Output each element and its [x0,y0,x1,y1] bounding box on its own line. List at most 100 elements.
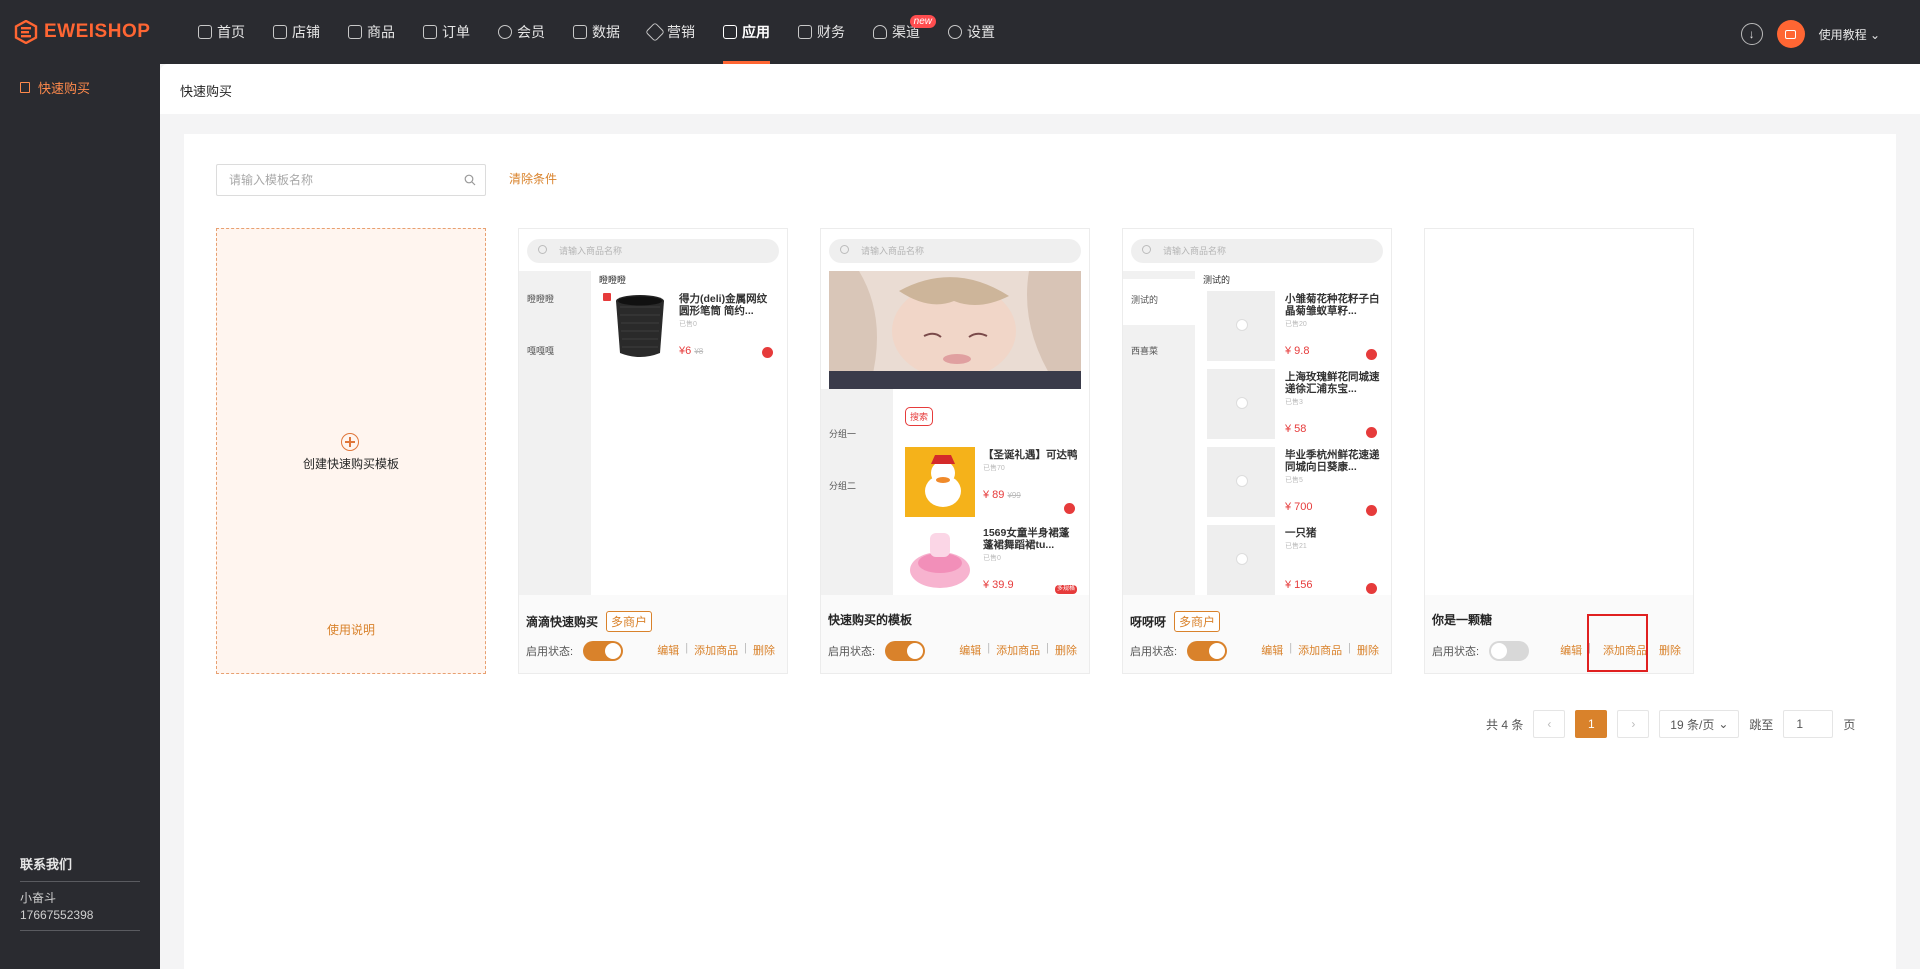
status-row: 启用状态: [526,641,624,661]
next-page-button[interactable]: › [1617,710,1650,738]
template-preview: 请输入商品名称 测试的 西喜菜 测试的 小雏菊花种花籽子白晶菊雏蚁草籽... 已… [1123,229,1391,595]
chevron-right-icon: › [1631,717,1636,731]
template-preview: 请输入商品名称 分组一 分组二 搜索 【圣诞礼遇】可达鸭 已售70 ¥ 89 ¥… [821,229,1089,595]
divider: | [1348,642,1351,654]
status-label: 启用状态: [828,646,876,658]
create-template-card[interactable]: 创建快速购买模板 使用说明 [216,228,486,674]
group-label: 测试的 [1131,295,1159,305]
multi-merchant-tag: 多商户 [1174,611,1221,632]
product-price: ¥ 89 [983,489,1005,501]
nav-app[interactable]: 应用 [715,0,778,64]
template-card: 请输入商品名称 分组一 分组二 搜索 【圣诞礼遇】可达鸭 已售70 ¥ 89 ¥… [820,228,1090,674]
add-goods-link[interactable]: 添加商品 [1298,642,1342,658]
search-icon [840,245,849,254]
search-icon[interactable] [464,174,476,186]
brand-logo[interactable]: EWEISHOP [14,20,150,44]
product-price: ¥6 [679,345,692,357]
page-unit: 页 [1843,717,1856,732]
chevron-left-icon: ‹ [1547,717,1552,731]
add-goods-link[interactable]: 添加商品 [996,642,1040,658]
page-number-button[interactable]: 1 [1575,710,1608,738]
product-item: 上海玫瑰鲜花同城速递徐汇浦东宝... 已售3 ¥ 58 [1285,371,1380,435]
status-row: 启用状态: [1432,641,1530,661]
template-name: 呀呀呀 [1130,615,1167,629]
product-sold: 已售20 [1285,321,1307,328]
contact-title: 联系我们 [20,854,140,882]
prev-page-button[interactable]: ‹ [1533,710,1566,738]
template-name: 快速购买的模板 [828,613,913,627]
group-label: 分组一 [829,429,857,439]
clear-filter-link[interactable]: 清除条件 [509,170,557,187]
status-toggle[interactable] [1489,641,1530,661]
product-item: 小雏菊花种花籽子白晶菊雏蚁草籽... 已售20 ¥ 9.8 [1285,293,1380,357]
hot-mark [603,293,611,301]
edit-link[interactable]: 编辑 [959,642,981,658]
tag-icon [645,22,665,42]
nav-store[interactable]: 店铺 [265,0,328,64]
download-icon[interactable]: ↓ [1740,23,1763,45]
usage-help-link[interactable]: 使用说明 [217,621,485,638]
jump-input[interactable]: 1 [1783,710,1834,738]
product-sold: 已售70 [983,465,1005,472]
nav-goods[interactable]: 商品 [340,0,403,64]
edit-link[interactable]: 编辑 [657,642,679,658]
pen-holder-image [616,295,664,357]
search-input[interactable] [217,165,447,195]
delete-link[interactable]: 删除 [1055,642,1077,658]
sidebar: 快速购买 联系我们 小奋斗 17667552398 [0,64,160,969]
contact-section: 联系我们 小奋斗 17667552398 [20,854,140,931]
delete-link[interactable]: 删除 [1659,642,1681,658]
nav-home[interactable]: 首页 [190,0,253,64]
product-item: 1569女童半身裙蓬蓬裙舞蹈裙tu... 已售0 ¥ 39.9 [983,527,1078,591]
product-title: 得力(deli)金属网纹圆形笔筒 简约... [679,293,768,317]
nav-finance[interactable]: 财务 [790,0,853,64]
status-toggle[interactable] [583,641,624,661]
delete-link[interactable]: 删除 [1357,642,1379,658]
template-name-row: 呀呀呀 多商户 [1130,611,1221,632]
product-price: ¥ 700 [1285,501,1313,513]
total-count: 共 4 条 [1486,717,1524,732]
template-footer: 滴滴快速购买 多商户 启用状态: 编辑 | 添加商品 | 删除 [519,595,787,673]
status-toggle[interactable] [885,641,926,661]
search-button: 搜索 [905,407,934,426]
duck-toy-image [905,447,975,517]
gear-icon [948,25,962,39]
nav-member[interactable]: 会员 [490,0,553,64]
product-title: 一只猪 [1285,527,1317,539]
product-item: 得力(deli)金属网纹圆形笔筒 简约... 已售0 ¥6 ¥8 [679,293,774,357]
top-right-tools: ↓ 使用教程 ⌄ [1740,20,1880,48]
store-avatar-icon [1785,29,1797,39]
nav-settings[interactable]: 设置 [940,0,1003,64]
product-price: ¥ 58 [1285,423,1307,435]
chevron-down-icon: ⌄ [1869,27,1880,42]
add-goods-link[interactable]: 添加商品 [694,642,738,658]
template-search [216,164,486,196]
product-sold: 已售3 [1285,399,1303,406]
sidebar-item-quick-buy[interactable]: 快速购买 [20,78,90,97]
section-title: 测试的 [1203,275,1231,285]
product-title: 小雏菊花种花籽子白晶菊雏蚁草籽... [1285,293,1380,317]
tutorial-menu[interactable]: 使用教程 ⌄ [1819,26,1880,43]
template-name-row: 滴滴快速购买 多商户 [526,611,653,632]
contact-name: 小奋斗 [20,891,57,905]
page-size-select[interactable]: 19 条/页 ⌄ [1659,710,1740,738]
product-image-placeholder [1207,525,1275,595]
delete-link[interactable]: 删除 [753,642,775,658]
nav-order[interactable]: 订单 [415,0,478,64]
member-icon [498,25,512,39]
status-toggle[interactable] [1187,641,1228,661]
template-preview: 请输入商品名称 瞪瞪瞪 嘎嘎嘎 瞪瞪瞪 得力(deli)金属网纹圆形笔筒 简约.… [519,229,787,595]
banner-image [829,271,1081,389]
channel-icon [873,25,887,39]
preview-search-bar: 请输入商品名称 [527,239,779,263]
template-name-row: 快速购买的模板 [828,611,912,628]
edit-link[interactable]: 编辑 [1261,642,1283,658]
nav-marketing[interactable]: 营销 [640,0,703,64]
template-footer: 呀呀呀 多商户 启用状态: 编辑 | 添加商品 | 删除 [1123,595,1391,673]
nav-data[interactable]: 数据 [565,0,628,64]
pagination: 共 4 条 ‹ 1 › 19 条/页 ⌄ 跳至 1 页 [1486,710,1855,738]
avatar[interactable] [1776,20,1805,48]
nav-channel[interactable]: 渠道 new [865,0,936,64]
edit-link[interactable]: 编辑 [1560,642,1582,658]
search-icon [538,245,547,254]
